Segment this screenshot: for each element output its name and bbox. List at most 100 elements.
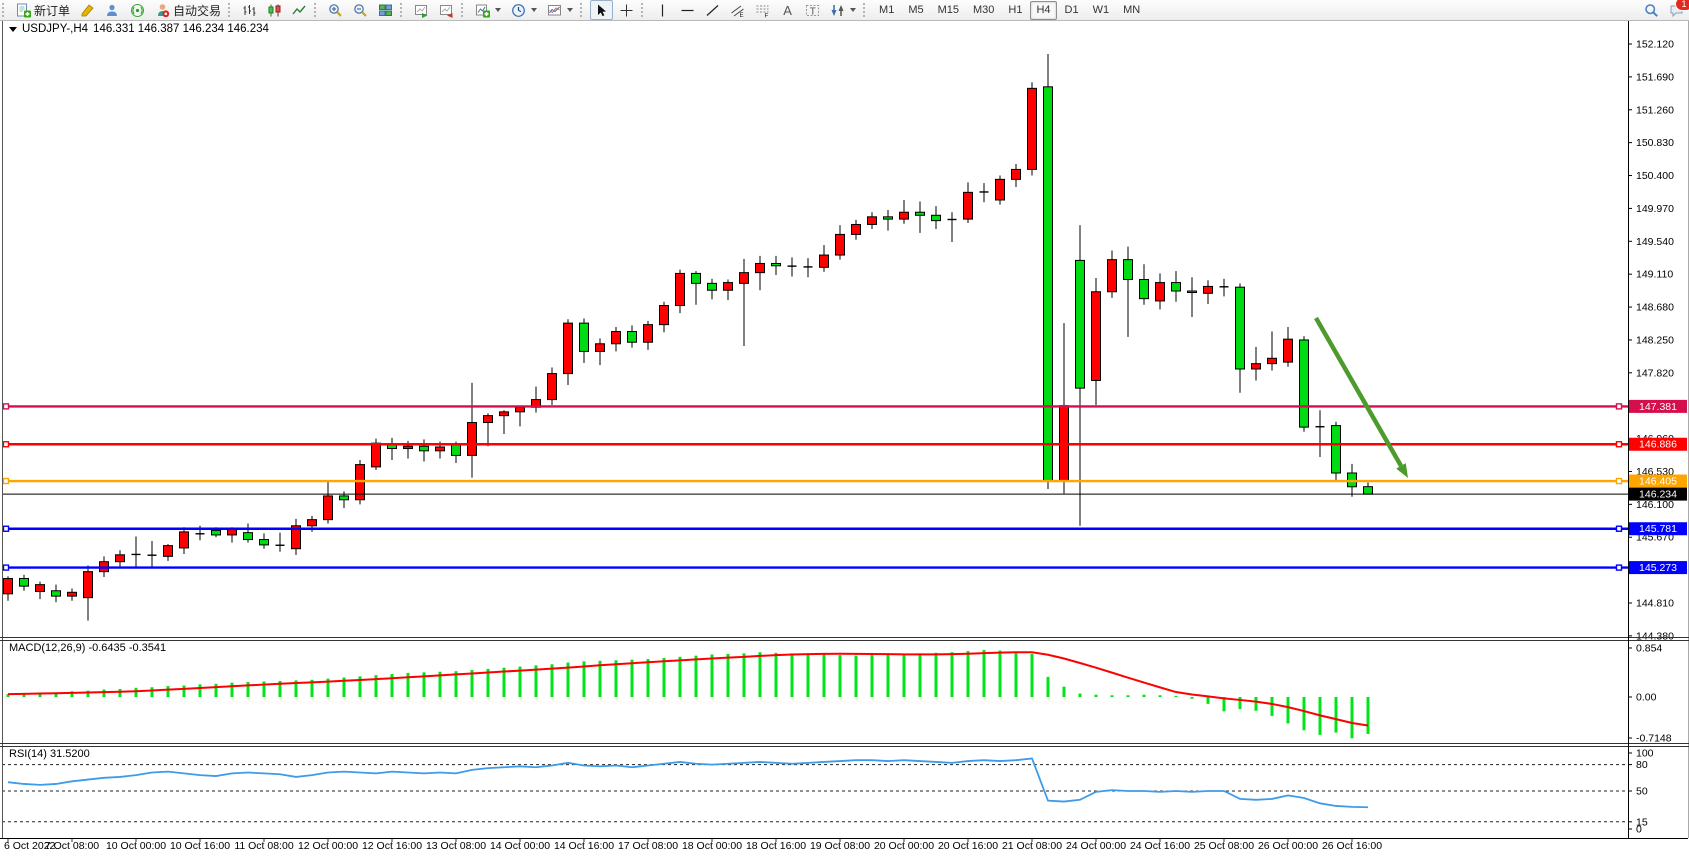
timeframe-w1-button[interactable]: W1 xyxy=(1087,1,1116,20)
signal-icon xyxy=(130,3,145,18)
trendline-icon xyxy=(705,3,720,18)
line-chart-button[interactable] xyxy=(288,0,311,20)
svg-text:7 Oct 08:00: 7 Oct 08:00 xyxy=(45,840,99,852)
svg-text:26 Oct 00:00: 26 Oct 00:00 xyxy=(1258,840,1318,852)
timeframe-h1-button[interactable]: H1 xyxy=(1002,1,1028,20)
svg-text:17 Oct 08:00: 17 Oct 08:00 xyxy=(618,840,678,852)
svg-text:21 Oct 08:00: 21 Oct 08:00 xyxy=(1002,840,1062,852)
hline-icon xyxy=(680,3,695,18)
template-icon xyxy=(547,3,562,18)
svg-text:149.970: 149.970 xyxy=(1636,203,1674,215)
zoom-in-icon xyxy=(328,3,343,18)
doc-plus-icon xyxy=(16,3,31,18)
algo-trading-button[interactable]: 自动交易 xyxy=(151,0,225,20)
timeframe-h4-button[interactable]: H4 xyxy=(1030,1,1056,20)
svg-text:24 Oct 00:00: 24 Oct 00:00 xyxy=(1066,840,1126,852)
dropdown-caret-icon[interactable] xyxy=(567,8,573,12)
svg-text:E: E xyxy=(740,13,744,18)
candles-icon xyxy=(267,3,282,18)
channel-button[interactable]: E xyxy=(726,0,749,20)
svg-text:152.120: 152.120 xyxy=(1636,39,1674,51)
auto-scroll-button[interactable] xyxy=(410,0,433,20)
label-button[interactable]: T xyxy=(801,0,824,20)
svg-text:T: T xyxy=(810,6,816,17)
trendline-button[interactable] xyxy=(701,0,724,20)
timeframe-m1-button[interactable]: M1 xyxy=(873,1,900,20)
fibo-icon: F xyxy=(755,3,770,18)
vline-icon xyxy=(655,3,670,18)
chartshift-icon xyxy=(439,3,454,18)
objects-button[interactable] xyxy=(826,0,860,20)
svg-text:145.781: 145.781 xyxy=(1639,523,1677,535)
bar-chart-button[interactable] xyxy=(238,0,261,20)
svg-text:50: 50 xyxy=(1636,786,1648,798)
svg-text:151.260: 151.260 xyxy=(1636,104,1674,116)
svg-text:80: 80 xyxy=(1636,759,1648,771)
price-badge-146.405: 146.405 xyxy=(1629,475,1687,488)
price-badge-147.381: 147.381 xyxy=(1629,400,1687,413)
dropdown-caret-icon[interactable] xyxy=(495,8,501,12)
svg-text:0.854: 0.854 xyxy=(1636,642,1662,654)
svg-text:147.820: 147.820 xyxy=(1636,367,1674,379)
svg-text:148.250: 148.250 xyxy=(1636,334,1674,346)
timeframe-d1-button[interactable]: D1 xyxy=(1059,1,1085,20)
svg-text:13 Oct 08:00: 13 Oct 08:00 xyxy=(426,840,486,852)
person-icon xyxy=(105,3,120,18)
zoom-in-button[interactable] xyxy=(324,0,347,20)
timeframe-m15-button[interactable]: M15 xyxy=(932,1,965,20)
tile-windows-button[interactable] xyxy=(374,0,397,20)
indicator-plus-icon xyxy=(475,3,490,18)
crosshair-button[interactable] xyxy=(615,0,638,20)
marker-button[interactable] xyxy=(76,0,99,20)
chart-symbol-period: USDJPY-,H4 xyxy=(22,23,88,35)
chart-collapse-icon[interactable] xyxy=(9,27,17,32)
candle-chart-button[interactable] xyxy=(263,0,286,20)
zoom-out-icon xyxy=(353,3,368,18)
notifications-button[interactable]: 1 xyxy=(1665,0,1688,20)
toolbar-group-separator xyxy=(228,3,235,17)
new-order-button[interactable]: 新订单 xyxy=(12,0,74,20)
svg-text:146.886: 146.886 xyxy=(1639,439,1677,451)
robot-icon xyxy=(155,3,170,18)
svg-text:148.680: 148.680 xyxy=(1636,302,1674,314)
svg-text:14 Oct 16:00: 14 Oct 16:00 xyxy=(554,840,614,852)
notification-count-badge: 1 xyxy=(1675,0,1689,11)
cursor-button[interactable] xyxy=(590,0,613,20)
chart-shift-button[interactable] xyxy=(435,0,458,20)
indicators-button[interactable] xyxy=(471,0,505,20)
new-order-button-label: 新订单 xyxy=(34,2,70,19)
macd-indicator-label: MACD(12,26,9) -0.6435 -0.3541 xyxy=(9,642,166,654)
svg-text:149.540: 149.540 xyxy=(1636,236,1674,248)
profile-button[interactable] xyxy=(101,0,124,20)
periods-button[interactable] xyxy=(507,0,541,20)
tiles-icon xyxy=(378,3,393,18)
dropdown-caret-icon[interactable] xyxy=(531,8,537,12)
svg-text:18 Oct 00:00: 18 Oct 00:00 xyxy=(682,840,742,852)
signal-button[interactable] xyxy=(126,0,149,20)
trading-terminal-window: 新订单 自动交易 E FAT M1M5M15M30H1H4D1W1MN 1 152.120… xyxy=(0,0,1689,859)
channel-icon: E xyxy=(730,3,745,18)
vertical-line-button[interactable] xyxy=(651,0,674,20)
timeframe-mn-button[interactable]: MN xyxy=(1117,1,1146,20)
fibonacci-button[interactable]: F xyxy=(751,0,774,20)
templates-button[interactable] xyxy=(543,0,577,20)
linechart-icon xyxy=(292,3,307,18)
timeframe-m30-button[interactable]: M30 xyxy=(967,1,1000,20)
zoom-out-button[interactable] xyxy=(349,0,372,20)
text-button[interactable]: A xyxy=(776,0,799,20)
algo-trading-button-label: 自动交易 xyxy=(173,2,221,19)
svg-text:18 Oct 16:00: 18 Oct 16:00 xyxy=(746,840,806,852)
price-badge-146.234: 146.234 xyxy=(1629,488,1687,501)
svg-text:10 Oct 16:00: 10 Oct 16:00 xyxy=(170,840,230,852)
horizontal-line-button[interactable] xyxy=(676,0,699,20)
svg-text:146.100: 146.100 xyxy=(1636,499,1674,511)
dropdown-caret-icon[interactable] xyxy=(850,8,856,12)
chart-ohlc-values: 146.331 146.387 146.234 146.234 xyxy=(93,23,269,35)
marker-icon xyxy=(80,3,95,18)
timeframe-m5-button[interactable]: M5 xyxy=(902,1,929,20)
time-axis[interactable]: 6 Oct 20227 Oct 08:0010 Oct 00:0010 Oct … xyxy=(4,839,1382,853)
toolbar-group-separator xyxy=(863,3,870,17)
svg-text:-0.7148: -0.7148 xyxy=(1636,733,1672,745)
search-button[interactable] xyxy=(1640,0,1663,20)
cursor-icon xyxy=(594,3,609,18)
